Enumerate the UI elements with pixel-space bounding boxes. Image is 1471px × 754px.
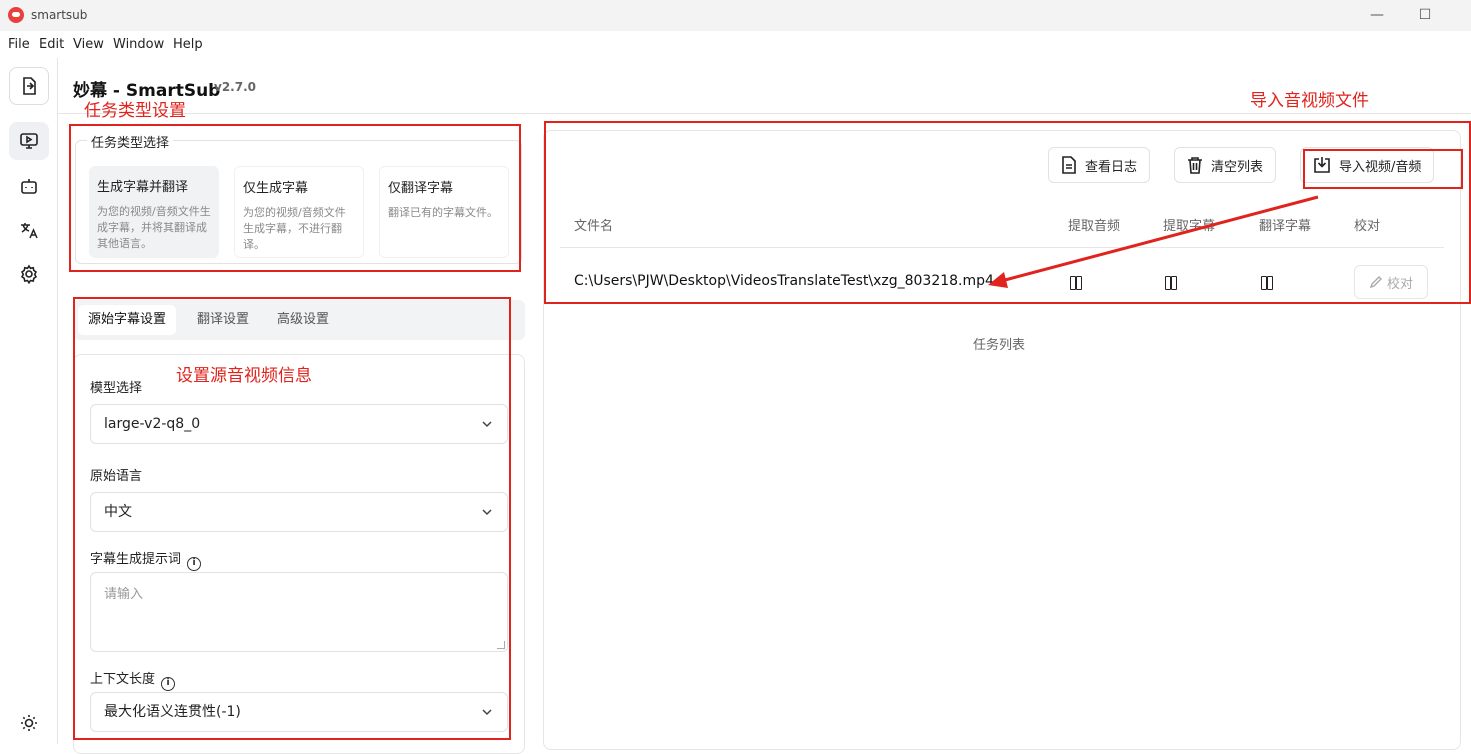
annotation-arrow — [988, 195, 1319, 288]
